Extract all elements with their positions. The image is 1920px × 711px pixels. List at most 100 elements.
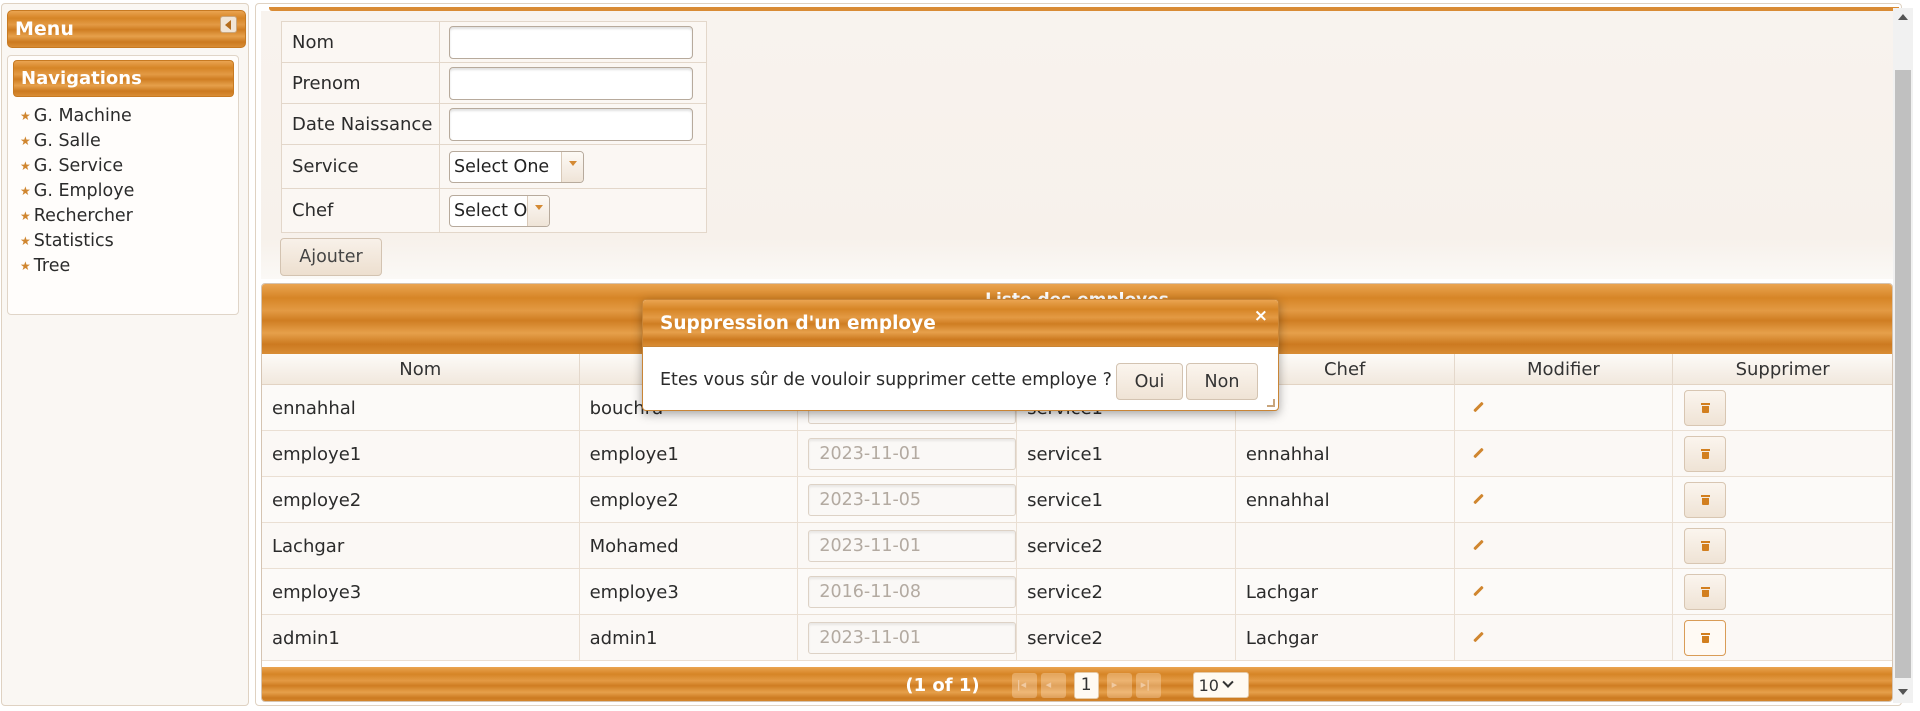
last-page-button[interactable]: ▸| <box>1135 672 1161 698</box>
star-icon: ★ <box>20 134 31 148</box>
menu-item-label: G. Employe <box>33 181 135 201</box>
star-icon: ★ <box>20 109 31 123</box>
date-field[interactable]: 2023-11-01 <box>808 438 1017 470</box>
menu-item-g-machine[interactable]: ★ G. Machine <box>20 103 132 129</box>
column-header-nom[interactable]: Nom <box>262 354 580 385</box>
menu-item-label: G. Machine <box>33 106 132 126</box>
next-page-icon: ▸ <box>1111 677 1118 691</box>
delete-button[interactable] <box>1684 482 1727 518</box>
resize-grip-icon[interactable] <box>1267 399 1275 407</box>
trash-icon <box>1700 587 1710 597</box>
date-field[interactable]: 2023-11-05 <box>808 484 1017 516</box>
cell-prenom: admin1 <box>580 615 799 661</box>
cancel-button[interactable]: Non <box>1186 363 1258 400</box>
cell-supprimer <box>1673 615 1892 661</box>
menu-item-label: G. Service <box>33 156 124 176</box>
menu-item-g-salle[interactable]: ★ G. Salle <box>20 128 101 154</box>
star-icon: ★ <box>20 234 31 248</box>
star-icon: ★ <box>20 184 31 198</box>
navigation-box: Navigations ★ G. Machine ★ G. Salle ★ G.… <box>7 55 239 315</box>
dialog-header[interactable]: Suppression d'un employe × <box>643 300 1278 347</box>
scroll-thumb[interactable] <box>1895 70 1911 678</box>
scroll-down-icon[interactable] <box>1898 689 1908 695</box>
cell-supprimer <box>1673 385 1892 431</box>
service-select[interactable]: Select One <box>449 150 584 183</box>
trash-icon <box>1700 495 1710 505</box>
menu-item-g-service[interactable]: ★ G. Service <box>20 153 123 179</box>
date-field[interactable]: 2016-11-08 <box>808 576 1017 608</box>
date-field[interactable]: 2023-11-01 <box>808 622 1017 654</box>
scroll-up-icon[interactable] <box>1898 14 1908 20</box>
first-page-button[interactable]: |◂ <box>1011 672 1037 698</box>
rows-per-page-value: 10 <box>1198 675 1219 695</box>
previous-page-button[interactable]: ◂ <box>1040 672 1066 698</box>
current-page-button[interactable]: 1 <box>1073 671 1099 699</box>
delete-button[interactable] <box>1684 390 1727 426</box>
menu-panel: Menu Navigations ★ G. Machine ★ G. Salle… <box>1 3 249 706</box>
employee-form: Nom Prenom Date Naissance Service Select… <box>261 11 1893 279</box>
cell-modifier <box>1455 385 1674 431</box>
service-label: Service <box>281 144 440 189</box>
last-page-icon: ▸| <box>1140 677 1151 691</box>
cell-chef: ennahhal <box>1236 431 1455 477</box>
delete-button[interactable] <box>1684 574 1727 610</box>
cell-service: service2 <box>1017 615 1236 661</box>
column-header-supprimer: Supprimer <box>1735 359 1830 380</box>
date-naissance-input[interactable] <box>449 107 693 141</box>
add-employee-button[interactable]: Ajouter <box>280 238 382 276</box>
close-icon[interactable]: × <box>1254 306 1268 326</box>
nom-label: Nom <box>281 21 440 63</box>
collapse-menu-icon[interactable] <box>220 16 237 33</box>
trash-icon <box>1700 633 1710 643</box>
rows-per-page-select[interactable]: 10 <box>1192 672 1249 698</box>
previous-page-icon: ◂ <box>1045 677 1052 691</box>
menu-item-statistics[interactable]: ★ Statistics <box>20 228 114 254</box>
delete-button[interactable] <box>1684 620 1727 656</box>
cell-nom: employe1 <box>262 431 580 477</box>
cell-date: 2023-11-01 <box>798 431 1018 477</box>
pencil-icon[interactable] <box>1470 630 1486 646</box>
table-body: ennahhal bouchra service1 employe1 emplo… <box>262 385 1892 661</box>
pencil-icon[interactable] <box>1470 584 1486 600</box>
delete-button[interactable] <box>1684 436 1727 472</box>
date-naissance-label: Date Naissance <box>281 103 440 145</box>
menu-item-g-employe[interactable]: ★ G. Employe <box>20 178 134 204</box>
chef-label: Chef <box>281 188 440 233</box>
menu-item-rechercher[interactable]: ★ Rechercher <box>20 203 133 229</box>
chevron-down-icon[interactable] <box>527 195 549 226</box>
chef-select[interactable]: Select One <box>449 194 550 227</box>
trash-icon <box>1700 449 1710 459</box>
pencil-icon[interactable] <box>1470 446 1486 462</box>
star-icon: ★ <box>20 209 31 223</box>
first-page-icon: |◂ <box>1016 677 1027 691</box>
delete-button[interactable] <box>1684 528 1727 564</box>
table-row: employe1 employe1 2023-11-01 service1 en… <box>262 431 1892 477</box>
cell-date: 2023-11-05 <box>798 477 1018 523</box>
cell-nom: admin1 <box>262 615 580 661</box>
pencil-icon[interactable] <box>1470 492 1486 508</box>
star-icon: ★ <box>20 159 31 173</box>
menu-item-tree[interactable]: ★ Tree <box>20 253 70 279</box>
cell-nom: Lachgar <box>262 523 580 569</box>
cell-date: 2016-11-08 <box>798 569 1018 615</box>
menu-item-label: Rechercher <box>33 206 133 226</box>
next-page-button[interactable]: ▸ <box>1106 672 1132 698</box>
chevron-down-icon[interactable] <box>561 151 583 182</box>
page-scrollbar[interactable] <box>1893 8 1913 703</box>
cell-nom: ennahhal <box>262 385 580 431</box>
cell-service: service2 <box>1017 569 1236 615</box>
pencil-icon[interactable] <box>1470 538 1486 554</box>
cell-supprimer <box>1673 523 1892 569</box>
cell-chef: Lachgar <box>1236 569 1455 615</box>
nom-input[interactable] <box>449 25 693 59</box>
cell-date: 2023-11-01 <box>798 523 1018 569</box>
pencil-icon[interactable] <box>1470 400 1486 416</box>
cell-supprimer <box>1673 431 1892 477</box>
dialog-title: Suppression d'un employe <box>660 313 936 334</box>
prenom-input[interactable] <box>449 66 693 100</box>
date-field[interactable]: 2023-11-01 <box>808 530 1017 562</box>
service-selected-value: Select One <box>454 156 550 177</box>
confirm-button[interactable]: Oui <box>1116 363 1183 400</box>
cell-service: service2 <box>1017 523 1236 569</box>
navigation-header[interactable]: Navigations <box>13 60 234 97</box>
